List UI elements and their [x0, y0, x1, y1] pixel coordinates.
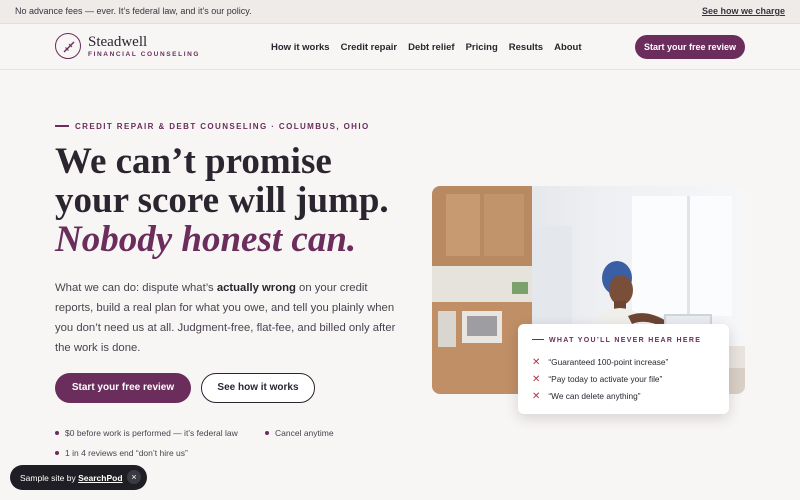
eyebrow-dash [55, 125, 69, 127]
hero-heading-line-1: We can’t promise [55, 141, 332, 182]
brand-name[interactable]: Steadwell [88, 34, 147, 51]
card-item-text: “Guaranteed 100-point increase” [548, 357, 669, 367]
hero-heading: We can’t promise your score will jump. N… [55, 142, 389, 259]
announcement-text: No advance fees — ever. It’s federal law… [15, 6, 252, 16]
bullet-dot [55, 450, 59, 455]
hero-description-start: What we can do: dispute what’s [55, 282, 217, 294]
announcement-bar: No advance fees — ever. It’s federal law… [0, 0, 800, 24]
x-mark-icon: ✕ [532, 357, 541, 368]
bullet-text: Cancel anytime [275, 428, 334, 438]
hero-bullet-reviews: 1 in 4 reviews end “don’t hire us” [55, 448, 188, 458]
hero-description-emphasis: actually wrong [216, 282, 296, 294]
card-item-text: “We can delete anything” [548, 391, 641, 401]
bullet-dot [55, 430, 59, 435]
bullet-text: $0 before work is performed — it’s feder… [65, 428, 238, 438]
bullet-text: 1 in 4 reviews end “don’t hire us” [65, 448, 188, 458]
hero-bullet-cancel: Cancel anytime [265, 428, 334, 438]
close-icon[interactable]: × [127, 470, 141, 484]
card-title-text: WHAT YOU’LL NEVER HEAR HERE [549, 337, 702, 344]
nav-link-debt-relief[interactable]: Debt relief [408, 42, 454, 53]
card-title: WHAT YOU’LL NEVER HEAR HERE [532, 337, 701, 344]
card-item: ✕ “We can delete anything” [532, 391, 640, 402]
start-free-review-button[interactable]: Start your free review [55, 373, 191, 403]
card-title-dash [532, 338, 544, 340]
hero-description: What we can do: dispute what’s actually … [55, 278, 405, 358]
nav-link-results[interactable]: Results [509, 42, 543, 53]
card-item: ✕ “Guaranteed 100-point increase” [532, 357, 668, 368]
card-item-text: “Pay today to activate your file” [548, 374, 663, 384]
toast-prefix: Sample site by [20, 473, 79, 483]
hero-eyebrow: CREDIT REPAIR & DEBT COUNSELING · COLUMB… [55, 122, 370, 131]
hero-bullet-no-fees: $0 before work is performed — it’s feder… [55, 428, 238, 438]
nav-link-credit-repair[interactable]: Credit repair [341, 42, 398, 53]
hero-heading-line-3: Nobody honest can. [55, 219, 357, 260]
nav-start-review-button[interactable]: Start your free review [635, 35, 745, 59]
toast-brand-link[interactable]: SearchPod [78, 473, 122, 483]
main-nav: Steadwell FINANCIAL COUNSELING How it wo… [0, 24, 800, 70]
nav-link-pricing[interactable]: Pricing [466, 42, 498, 53]
x-mark-icon: ✕ [532, 391, 541, 402]
eyebrow-text: CREDIT REPAIR & DEBT COUNSELING · COLUMB… [75, 122, 370, 131]
bullet-dot [265, 430, 269, 435]
x-mark-icon: ✕ [532, 374, 541, 385]
never-hear-card: WHAT YOU’LL NEVER HEAR HERE ✕ “Guaranteed… [518, 324, 729, 414]
nav-link-how-it-works[interactable]: How it works [271, 42, 330, 53]
see-how-we-charge-link[interactable]: See how we charge [702, 6, 785, 16]
sample-site-toast: Sample site by SearchPod × [10, 465, 147, 490]
card-item: ✕ “Pay today to activate your file” [532, 374, 662, 385]
brand-tagline: FINANCIAL COUNSELING [88, 51, 201, 58]
nav-links: How it works Credit repair Debt relief Pric… [271, 42, 593, 53]
logo-mark-icon[interactable] [55, 33, 81, 59]
hero-heading-line-2: your score will jump. [55, 180, 389, 221]
toast-text: Sample site by SearchPod [20, 473, 123, 483]
see-how-it-works-button[interactable]: See how it works [201, 373, 315, 403]
nav-link-about[interactable]: About [554, 42, 581, 53]
